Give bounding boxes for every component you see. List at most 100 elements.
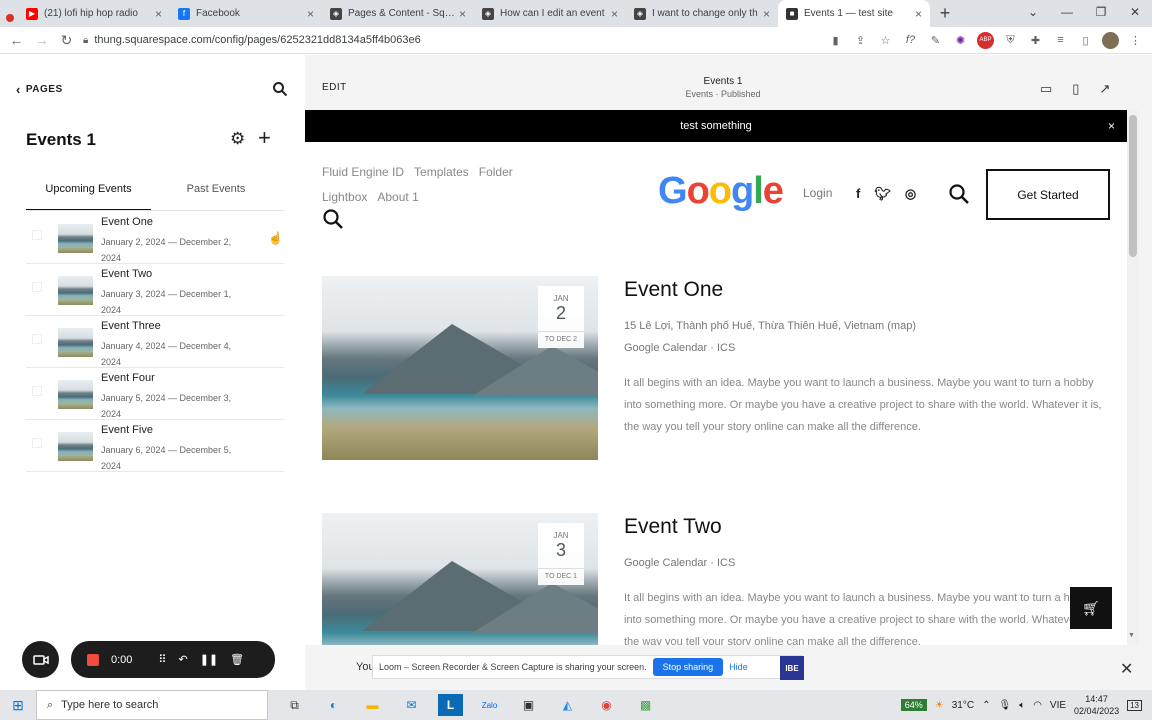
chevron-up-icon[interactable]: ⌃ xyxy=(982,700,990,711)
checkbox[interactable] xyxy=(32,282,42,292)
grid-icon[interactable]: ⠿ xyxy=(158,653,166,666)
browser-tab[interactable]: f Facebook × xyxy=(170,0,322,27)
stop-sharing-button[interactable]: Stop sharing xyxy=(652,658,724,676)
microphone-icon[interactable]: 🎙︎ xyxy=(998,700,1011,711)
nav-link[interactable]: About 1 xyxy=(377,190,418,204)
nav-link[interactable]: Folder xyxy=(479,165,513,179)
stop-recording-button[interactable] xyxy=(87,653,99,666)
pen-icon[interactable]: ✎ xyxy=(927,32,944,49)
close-tab-icon[interactable]: × xyxy=(611,7,618,21)
calendar-links[interactable]: Google Calendar · ICS xyxy=(624,342,735,354)
search-icon[interactable] xyxy=(948,183,970,205)
close-tab-icon[interactable]: × xyxy=(459,7,466,21)
search-icon[interactable] xyxy=(322,208,344,230)
announcement-bar[interactable]: test something xyxy=(305,110,1127,142)
checkbox[interactable] xyxy=(32,386,42,396)
close-tab-icon[interactable]: × xyxy=(915,7,922,21)
share-icon[interactable]: ⇪ xyxy=(852,32,869,49)
event-title[interactable]: Event One xyxy=(624,278,723,302)
cart-icon[interactable]: 🛒︎ xyxy=(1070,587,1112,629)
folder-icon[interactable]: ▬ xyxy=(360,694,385,716)
pause-icon[interactable]: ❚❚ xyxy=(200,653,218,666)
windows-start-icon[interactable]: ⊞ xyxy=(0,697,36,714)
chrome-icon[interactable]: ◉ xyxy=(594,694,619,716)
profile-avatar-icon[interactable] xyxy=(1102,31,1119,49)
list-item[interactable]: Event One January 2, 2024 — December 2, 2… xyxy=(26,212,284,264)
nav-link[interactable]: Lightbox xyxy=(322,190,367,204)
close-icon[interactable]: × xyxy=(1108,110,1115,142)
colorful-extension-icon[interactable]: ✺ xyxy=(952,32,969,49)
event-image[interactable]: JAN 3 TO DEC 1 xyxy=(322,513,598,645)
photos-icon[interactable]: ▩ xyxy=(633,694,658,716)
app-icon[interactable]: ◭ xyxy=(555,694,580,716)
shield-icon[interactable]: ⛨ xyxy=(1002,32,1019,49)
speaker-icon[interactable]: 🔈︎ xyxy=(1019,700,1025,711)
language-indicator[interactable]: VIE xyxy=(1050,700,1066,711)
nav-link[interactable]: Templates xyxy=(414,165,469,179)
browser-tab[interactable]: ◈ I want to change only th × xyxy=(626,0,778,27)
wifi-icon[interactable]: ◠ xyxy=(1033,700,1042,711)
twitter-icon[interactable]: 🐦︎ xyxy=(874,186,891,202)
weather-temp[interactable]: 31°C xyxy=(952,700,974,711)
back-button[interactable]: ← xyxy=(4,32,29,48)
terminal-icon[interactable]: ▣ xyxy=(516,694,541,716)
browser-tab[interactable]: ◈ Pages & Content - Squa × xyxy=(322,0,474,27)
facebook-icon[interactable]: f xyxy=(856,186,860,202)
battery-indicator[interactable]: 64% xyxy=(900,699,927,711)
list-item[interactable]: Event Two January 3, 2024 — December 1, 2… xyxy=(26,264,284,316)
checkbox[interactable] xyxy=(32,230,42,240)
edit-button[interactable]: EDIT xyxy=(322,82,347,93)
browser-tab[interactable]: ▶ (21) lofi hip hop radio × xyxy=(18,0,170,27)
browser-tab[interactable]: ■ Events 1 — test site × xyxy=(778,0,930,27)
camera-icon[interactable]: ▮ xyxy=(827,32,844,49)
new-tab-button[interactable]: + xyxy=(930,0,960,27)
kebab-menu-icon[interactable]: ⋮ xyxy=(1127,32,1144,49)
back-to-pages-link[interactable]: ‹ PAGES xyxy=(16,82,63,97)
restore-button[interactable]: ❐ xyxy=(1084,0,1118,24)
search-icon[interactable] xyxy=(272,81,288,97)
zalo-icon[interactable]: Zalo xyxy=(477,694,502,716)
undo-icon[interactable]: ↶ xyxy=(178,653,187,666)
desktop-icon[interactable]: ▭ xyxy=(1040,81,1052,97)
hide-button[interactable]: Hide xyxy=(729,662,748,672)
list-item[interactable]: Event Five January 6, 2024 — December 5, … xyxy=(26,420,284,472)
tab-upcoming-events[interactable]: Upcoming Events xyxy=(26,179,151,211)
reload-button[interactable]: ↻ xyxy=(54,32,79,49)
tab-past-events[interactable]: Past Events xyxy=(171,179,261,199)
instagram-icon[interactable]: ◎ xyxy=(905,186,916,202)
get-started-button[interactable]: Get Started xyxy=(986,169,1110,220)
minimize-button[interactable]: — xyxy=(1050,0,1084,24)
scroll-down-arrow-icon[interactable]: ▼ xyxy=(1128,632,1135,639)
edge-icon[interactable]: ◐ xyxy=(321,694,346,716)
function-icon[interactable]: f? xyxy=(902,32,919,49)
gear-icon[interactable]: ⚙ xyxy=(230,129,245,149)
scrollbar-thumb[interactable] xyxy=(1129,115,1137,257)
sidepanel-icon[interactable]: ▯ xyxy=(1077,32,1094,49)
list-item[interactable]: Event Three January 4, 2024 — December 4,… xyxy=(26,316,284,368)
mail-icon[interactable]: ✉ xyxy=(399,694,424,716)
loom-camera-button[interactable] xyxy=(22,641,59,678)
url-input[interactable]: 🔒︎ thung.squarespace.com/config/pages/62… xyxy=(83,30,803,51)
app-l-icon[interactable]: L xyxy=(438,694,463,716)
login-link[interactable]: Login xyxy=(803,186,832,200)
checkbox[interactable] xyxy=(32,334,42,344)
taskbar-search[interactable]: ⌕ Type here to search xyxy=(36,690,268,720)
site-logo[interactable]: Google xyxy=(658,170,784,213)
nav-link[interactable]: Fluid Engine ID xyxy=(322,165,404,179)
tab-search-icon[interactable]: ⌄ xyxy=(1016,0,1050,24)
list-item[interactable]: Event Four January 5, 2024 — December 3, … xyxy=(26,368,284,420)
puzzle-icon[interactable]: ✚ xyxy=(1027,32,1044,49)
close-tab-icon[interactable]: × xyxy=(763,7,770,21)
adblock-icon[interactable]: ABP xyxy=(977,31,994,49)
event-image[interactable]: JAN 2 TO DEC 2 xyxy=(322,276,598,460)
star-icon[interactable]: ☆ xyxy=(877,32,894,49)
playlist-icon[interactable]: ≡ xyxy=(1052,32,1069,49)
close-tab-icon[interactable]: × xyxy=(155,7,162,21)
trash-icon[interactable]: 🗑︎ xyxy=(230,653,244,666)
close-tab-icon[interactable]: × xyxy=(307,7,314,21)
clock[interactable]: 14:47 02/04/2023 xyxy=(1074,693,1119,717)
event-title[interactable]: Event Two xyxy=(624,515,722,539)
mobile-icon[interactable]: ▯ xyxy=(1072,81,1079,97)
close-window-button[interactable]: ✕ xyxy=(1118,0,1152,24)
task-view-icon[interactable]: ⧉ xyxy=(282,694,307,716)
